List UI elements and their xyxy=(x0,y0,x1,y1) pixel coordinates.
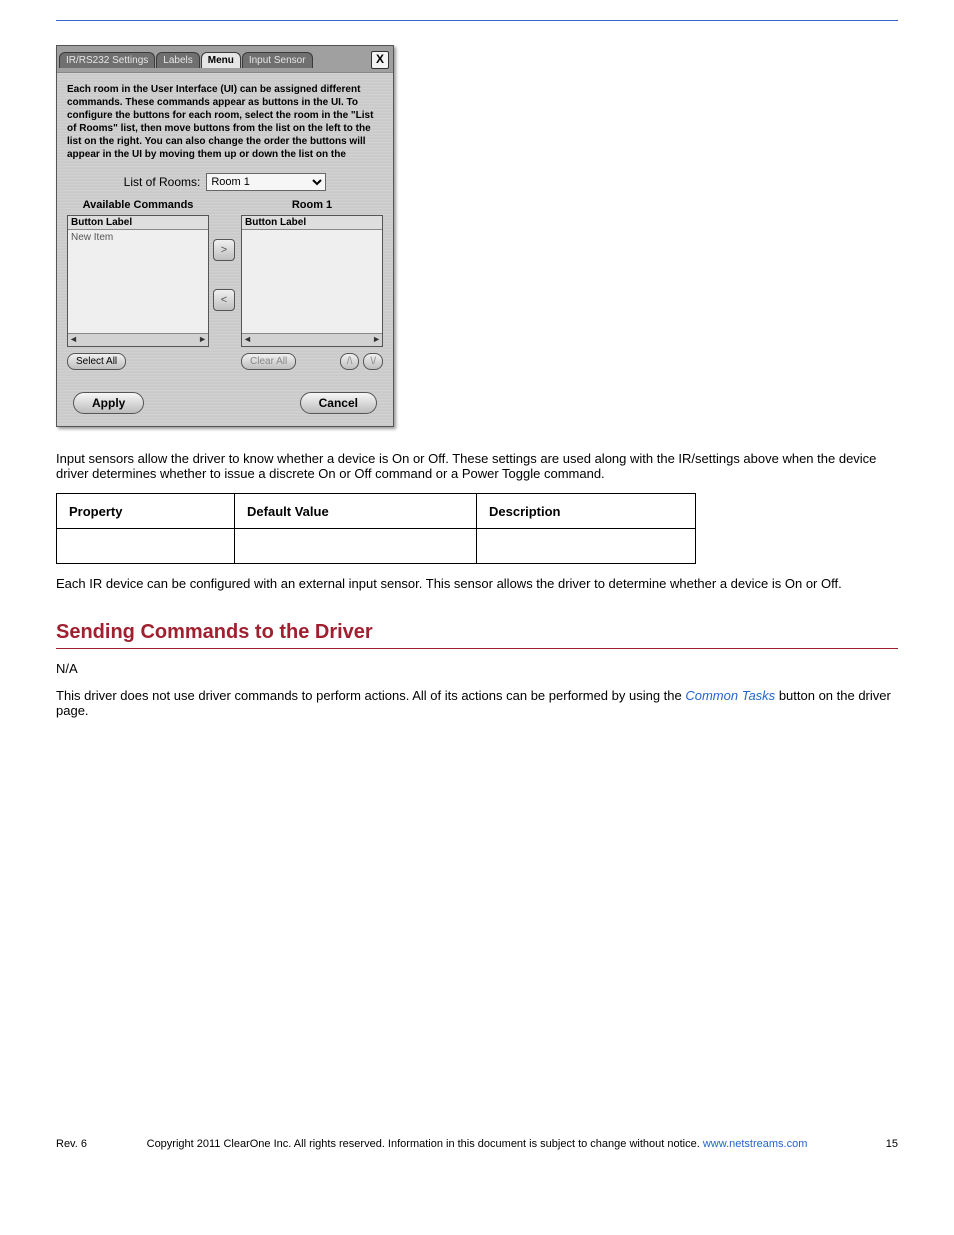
scroll-right-icon[interactable]: ► xyxy=(372,334,381,346)
dialog-body: Each room in the User Interface (UI) can… xyxy=(57,72,393,378)
after-table-paragraph: Each IR device can be configured with an… xyxy=(56,576,898,591)
rooms-label: List of Rooms: xyxy=(124,175,201,189)
tab-menu[interactable]: Menu xyxy=(201,52,241,68)
tail-text-1: This driver does not use driver commands… xyxy=(56,688,685,703)
footer-rev: Rev. 6 xyxy=(56,1138,87,1150)
button-label-column-left: Button Label xyxy=(68,216,208,230)
move-right-button[interactable]: > xyxy=(213,239,235,261)
move-down-button[interactable]: \/ xyxy=(363,353,383,370)
common-tasks-link[interactable]: Common Tasks xyxy=(685,688,775,703)
th-desc: Description xyxy=(476,494,695,529)
close-icon[interactable]: X xyxy=(371,51,389,69)
hscrollbar-left[interactable]: ◄ ► xyxy=(68,333,208,346)
hscrollbar-right[interactable]: ◄ ► xyxy=(242,333,382,346)
available-commands-header: Available Commands xyxy=(67,199,209,211)
td-desc xyxy=(476,529,695,564)
button-label-column-right: Button Label xyxy=(242,216,382,230)
scroll-left-icon[interactable]: ◄ xyxy=(243,334,252,346)
tab-input-sensor[interactable]: Input Sensor xyxy=(242,52,313,68)
input-sensor-paragraph: Input sensors allow the driver to know w… xyxy=(56,451,898,481)
tab-ir-rs232[interactable]: IR/RS232 Settings xyxy=(59,52,155,68)
move-up-button[interactable]: /\ xyxy=(340,353,360,370)
clear-all-button[interactable]: Clear All xyxy=(241,353,296,370)
na-line: N/A xyxy=(56,661,898,676)
select-all-button[interactable]: Select All xyxy=(67,353,126,370)
rooms-select[interactable]: Room 1 xyxy=(206,173,326,191)
move-left-button[interactable]: < xyxy=(213,289,235,311)
generic-ir-dialog: IR/RS232 Settings Labels Menu Input Sens… xyxy=(56,45,394,427)
dialog-description: Each room in the User Interface (UI) can… xyxy=(67,83,383,161)
cancel-button[interactable]: Cancel xyxy=(300,392,377,414)
scroll-left-icon[interactable]: ◄ xyxy=(69,334,78,346)
available-commands-list[interactable]: Button Label New Item ◄ ► xyxy=(67,215,209,347)
td-property xyxy=(57,529,235,564)
section-sending-commands: Sending Commands to the Driver xyxy=(56,621,898,649)
tail-text-2: button on the xyxy=(779,688,859,703)
room-commands-list[interactable]: Button Label ◄ ► xyxy=(241,215,383,347)
footer-page-no: 15 xyxy=(886,1138,898,1150)
link-paragraph: This driver does not use driver commands… xyxy=(56,688,898,718)
room-commands-header: Room 1 xyxy=(241,199,383,211)
scroll-right-icon[interactable]: ► xyxy=(198,334,207,346)
header-separator xyxy=(56,20,898,21)
apply-button[interactable]: Apply xyxy=(73,392,144,414)
tab-bar: IR/RS232 Settings Labels Menu Input Sens… xyxy=(57,46,393,72)
th-property: Property xyxy=(57,494,235,529)
property-table: Property Default Value Description xyxy=(56,493,696,564)
footer-link[interactable]: www.netstreams.com xyxy=(703,1138,808,1150)
th-default: Default Value xyxy=(235,494,477,529)
page-footer: Rev. 6 Copyright 2011 ClearOne Inc. All … xyxy=(56,1138,898,1150)
tab-labels[interactable]: Labels xyxy=(156,52,199,68)
td-default xyxy=(235,529,477,564)
footer-copyright: Copyright 2011 ClearOne Inc. All rights … xyxy=(147,1138,700,1150)
list-item[interactable]: New Item xyxy=(71,232,205,243)
